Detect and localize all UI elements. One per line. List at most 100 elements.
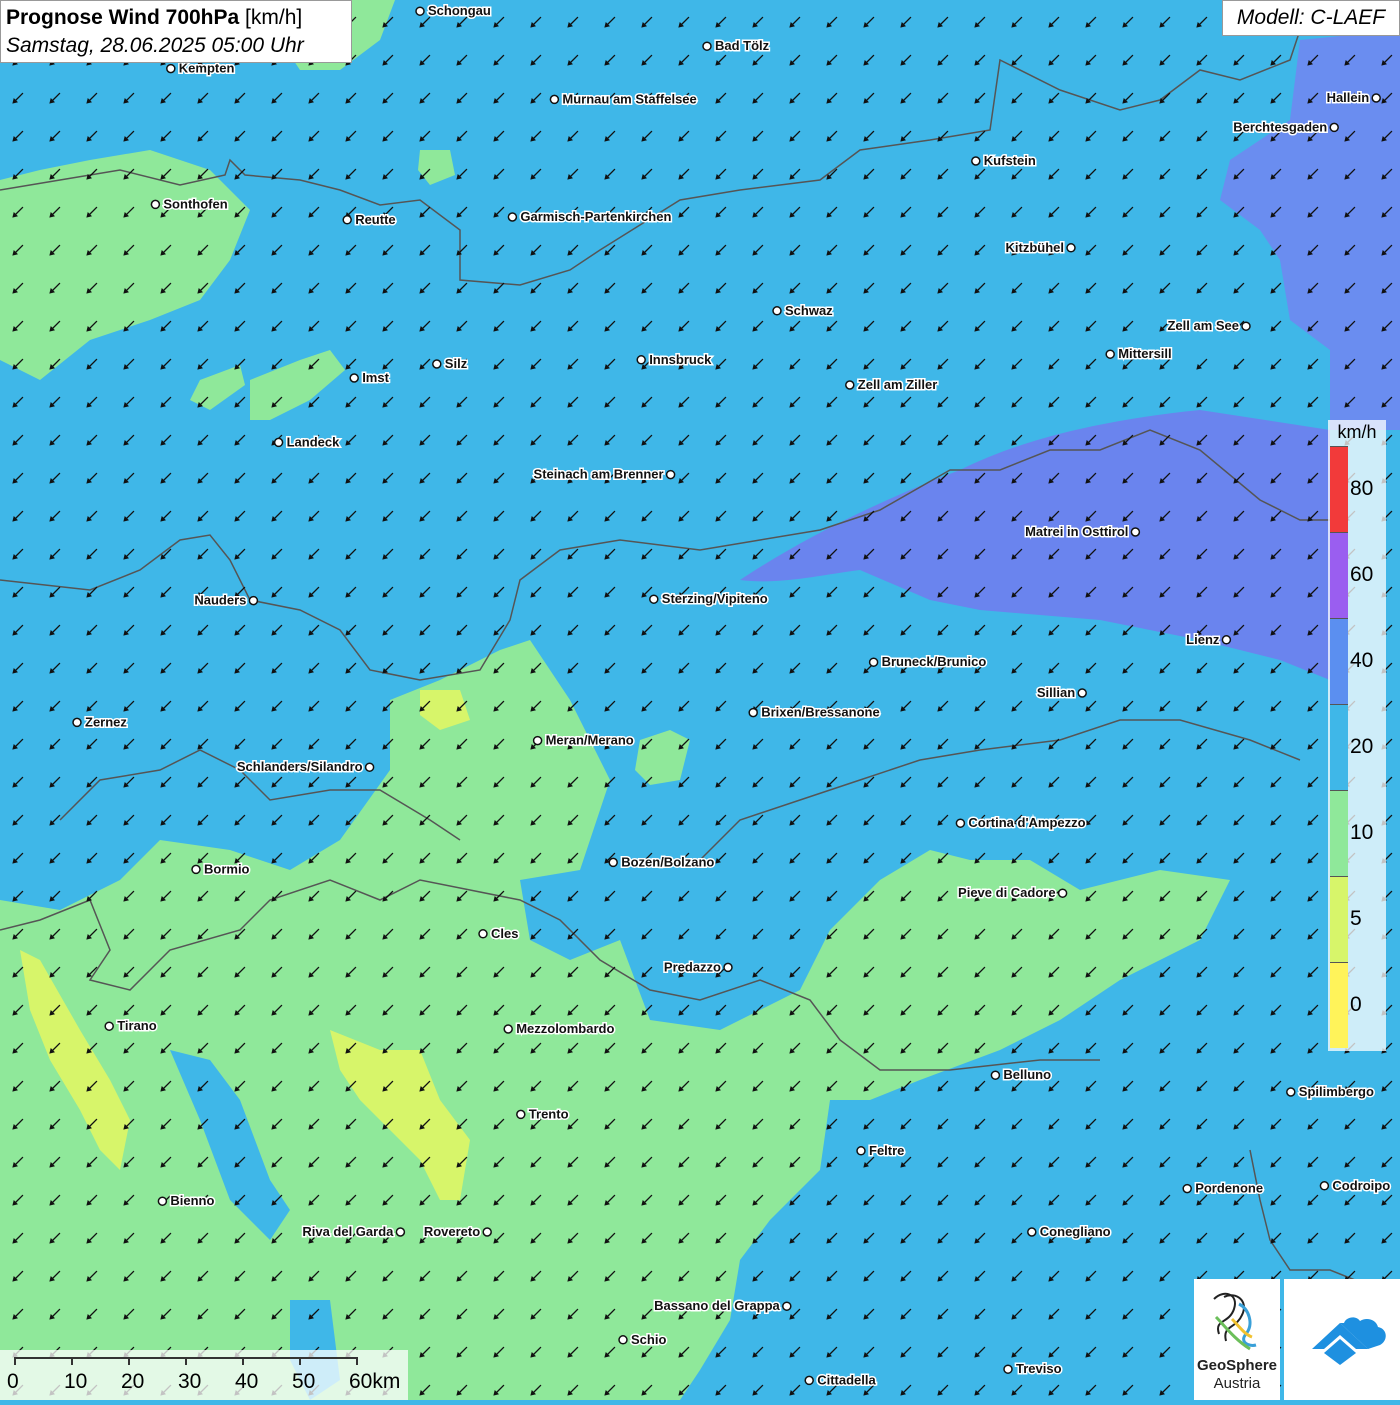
city-label: Hallein: [1327, 90, 1370, 105]
legend-label: 10: [1350, 821, 1374, 844]
city-label: Schlanders/Silandro: [237, 759, 363, 774]
city-dot[interactable]: [856, 1146, 866, 1156]
scale-label: 60km: [349, 1370, 401, 1393]
city-label: Schongau: [428, 3, 491, 18]
city-dot[interactable]: [1221, 635, 1232, 645]
legend-unit: km/h: [1337, 422, 1377, 442]
city-label: Zell am Ziller: [858, 377, 937, 392]
city-dot[interactable]: [273, 437, 284, 448]
geosphere-emblem-icon: [1213, 1292, 1257, 1351]
city-dot[interactable]: [104, 1021, 114, 1031]
scale-tick: [71, 1357, 73, 1365]
city-label: Murnau am Staffelsee: [562, 91, 696, 106]
map-title-unit: [km/h]: [245, 6, 303, 29]
city-dot[interactable]: [955, 818, 966, 828]
city-dot[interactable]: [702, 41, 712, 51]
city-dot[interactable]: [395, 1227, 406, 1237]
city-dot[interactable]: [166, 63, 176, 74]
austria-logo-text: Austria: [1213, 1375, 1261, 1392]
city-dot[interactable]: [191, 864, 201, 875]
city-dot[interactable]: [532, 735, 543, 746]
city-dot[interactable]: [478, 929, 488, 939]
city-dot[interactable]: [971, 156, 981, 166]
city-dot[interactable]: [1077, 688, 1087, 698]
city-label: Nauders: [194, 593, 246, 608]
city-label: Riva del Garda: [302, 1224, 394, 1239]
city-label: Schwaz: [785, 303, 833, 318]
city-dot[interactable]: [507, 212, 518, 222]
city-dot[interactable]: [845, 380, 855, 390]
city-dot[interactable]: [636, 355, 646, 365]
city-label: Bassano del Grappa: [654, 1298, 780, 1313]
city-label: Rovereto: [424, 1224, 480, 1239]
city-dot[interactable]: [482, 1227, 492, 1237]
city-dot[interactable]: [665, 469, 676, 480]
city-dot[interactable]: [723, 962, 733, 973]
geosphere-logo[interactable]: GeoSphere Austria: [1194, 1279, 1280, 1400]
legend-color-bar: [1330, 446, 1348, 1048]
city-label: Feltre: [869, 1143, 904, 1158]
city-dot[interactable]: [1182, 1183, 1192, 1194]
city-dot[interactable]: [342, 215, 352, 225]
city-label: Codroipo: [1332, 1178, 1390, 1193]
city-label: Lienz: [1186, 632, 1220, 647]
city-dot[interactable]: [1371, 93, 1381, 103]
city-label: Predazzo: [664, 959, 721, 974]
city-label: Imst: [362, 370, 389, 385]
city-dot[interactable]: [748, 707, 758, 718]
city-dot[interactable]: [72, 717, 82, 728]
city-label: Garmisch-Partenkirchen: [520, 209, 671, 224]
scale-label: 40: [235, 1370, 259, 1393]
city-dot[interactable]: [804, 1375, 814, 1386]
city-dot[interactable]: [1105, 349, 1115, 359]
legend-swatch: [1330, 704, 1348, 790]
forecast-date: Samstag, 28.06.2025 05:00 Uhr: [6, 34, 304, 57]
city-dot[interactable]: [990, 1070, 1001, 1080]
city-label: Matrei in Osttirol: [1025, 524, 1128, 539]
city-dot[interactable]: [503, 1024, 513, 1034]
city-dot[interactable]: [782, 1301, 792, 1311]
legend-swatch: [1330, 962, 1348, 1048]
city-dot[interactable]: [150, 199, 161, 210]
scale-label: 20: [121, 1370, 145, 1393]
city-dot[interactable]: [415, 6, 425, 16]
city-label: Pordenone: [1195, 1181, 1263, 1196]
city-dot[interactable]: [516, 1109, 526, 1120]
city-label: Zell am See: [1167, 318, 1239, 333]
city-label: Mittersill: [1118, 346, 1171, 361]
city-dot[interactable]: [1286, 1087, 1296, 1097]
city-dot[interactable]: [1003, 1364, 1013, 1374]
model-label: Modell: C-LAEF: [1222, 0, 1400, 36]
city-dot[interactable]: [1241, 321, 1251, 331]
city-dot[interactable]: [157, 1196, 168, 1206]
city-dot[interactable]: [772, 306, 782, 316]
wind-map[interactable]: SchongauBad TölzKemptenMurnau am Staffel…: [0, 0, 1400, 1400]
city-dot[interactable]: [1329, 122, 1339, 133]
legend-label: 40: [1350, 649, 1374, 672]
city-dot[interactable]: [349, 373, 359, 383]
weather-app-logo[interactable]: [1284, 1279, 1400, 1400]
city-dot[interactable]: [364, 762, 375, 772]
city-dot[interactable]: [248, 595, 259, 606]
city-label: Kitzbühel: [1006, 240, 1065, 255]
city-dot[interactable]: [868, 657, 879, 667]
city-dot[interactable]: [649, 594, 659, 604]
city-dot[interactable]: [1319, 1181, 1330, 1191]
city-label: Cles: [491, 926, 518, 941]
scale-label: 0: [7, 1370, 19, 1393]
legend-label: 80: [1350, 477, 1374, 500]
city-dot[interactable]: [549, 94, 560, 105]
city-label: Mezzolombardo: [516, 1021, 614, 1036]
city-label: Innsbruck: [649, 352, 712, 367]
legend-swatch: [1330, 876, 1348, 962]
city-dot[interactable]: [618, 1335, 628, 1345]
city-dot[interactable]: [608, 857, 618, 868]
city-dot[interactable]: [432, 359, 442, 369]
city-dot[interactable]: [1066, 243, 1076, 253]
city-label: Sillian: [1037, 685, 1075, 700]
city-dot[interactable]: [1057, 888, 1068, 898]
city-dot[interactable]: [1130, 527, 1141, 537]
city-dot[interactable]: [1027, 1227, 1037, 1237]
scale-tick: [356, 1357, 358, 1365]
city-label: Belluno: [1003, 1067, 1051, 1082]
